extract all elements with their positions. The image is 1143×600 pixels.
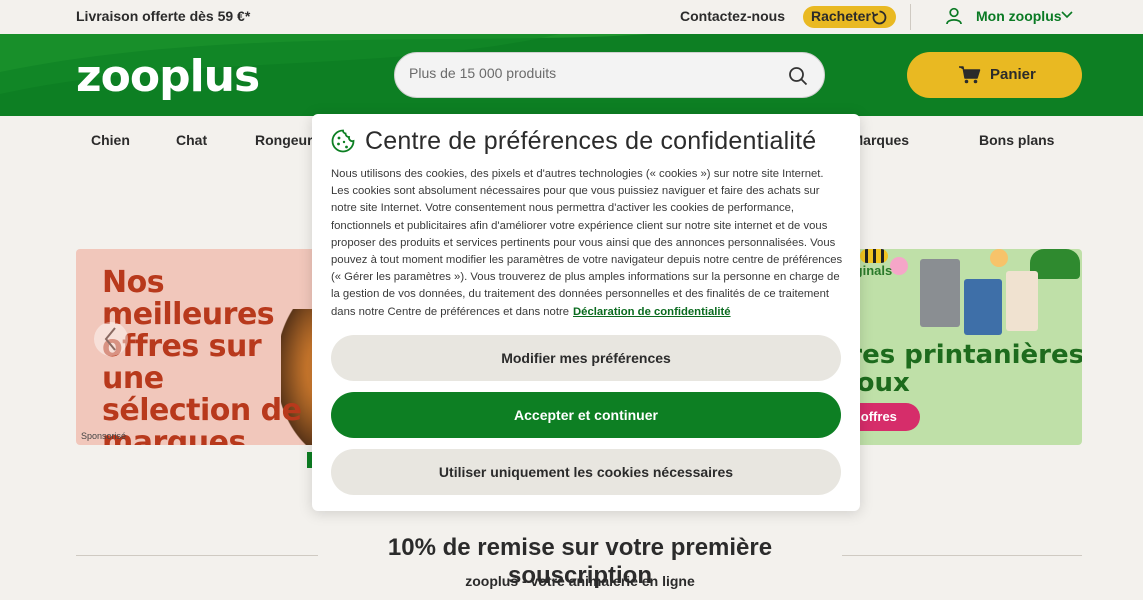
modify-preferences-button[interactable]: Modifier mes préférences	[331, 335, 841, 381]
divider	[910, 4, 911, 30]
privacy-preferences-modal: Centre de préférences de confidentialité…	[312, 114, 860, 511]
promo-subheading: zooplus - votre animalerie en ligne	[465, 573, 695, 589]
cart-button[interactable]: Panier	[907, 52, 1082, 98]
zooplus-logo[interactable]: zooplus	[76, 51, 260, 102]
user-icon	[946, 7, 962, 25]
site-header: zooplus Panier	[0, 34, 1143, 116]
account-label: Mon zooplus	[976, 8, 1062, 24]
modal-body-text: Nous utilisons des cookies, des pixels e…	[331, 166, 843, 321]
contact-link[interactable]: Contactez-nous	[680, 8, 785, 24]
flower-illustration	[890, 257, 908, 275]
banner-headline: Nos meilleures offres sur une sélection …	[102, 265, 302, 446]
cart-icon	[959, 66, 981, 84]
promo-banner-right[interactable]: riginals fres printanières doux os offre…	[830, 249, 1082, 445]
top-utility-bar: Livraison offerte dès 59 €* Contactez-no…	[0, 0, 1143, 34]
carousel-prev-icon[interactable]	[94, 317, 128, 361]
nav-item-chat[interactable]: Chat	[176, 132, 207, 148]
search-input[interactable]	[409, 65, 769, 81]
product-image	[964, 279, 1002, 335]
search-icon[interactable]	[788, 66, 808, 86]
product-image	[920, 259, 960, 327]
banner-headline: fres printanières doux	[838, 340, 1082, 398]
sponsored-label: Sponsorisé	[81, 431, 127, 441]
modal-body-copy: Nous utilisons des cookies, des pixels e…	[331, 168, 843, 318]
nav-item-chien[interactable]: Chien	[91, 132, 130, 148]
product-image	[1006, 271, 1038, 331]
free-shipping-notice: Livraison offerte dès 59 €*	[76, 8, 251, 24]
cookie-icon	[331, 129, 355, 153]
rebuy-icon	[871, 10, 887, 25]
search-bar[interactable]	[394, 52, 825, 98]
privacy-declaration-link[interactable]: Déclaration de confidentialité	[573, 306, 731, 318]
nav-item-rongeur[interactable]: Rongeur	[255, 132, 313, 148]
chevron-down-icon	[1061, 11, 1073, 19]
flower-illustration	[990, 249, 1008, 267]
modal-title: Centre de préférences de confidentialité	[365, 127, 817, 155]
accept-continue-button[interactable]: Accepter et continuer	[331, 392, 841, 438]
cart-label: Panier	[990, 66, 1036, 83]
bee-illustration	[860, 249, 888, 263]
rebuy-button[interactable]: Racheter	[803, 6, 896, 28]
necessary-cookies-only-button[interactable]: Utiliser uniquement les cookies nécessai…	[331, 449, 841, 495]
rebuy-label: Racheter	[811, 8, 871, 24]
divider	[76, 555, 318, 556]
nav-item-bons-plans[interactable]: Bons plans	[979, 132, 1054, 148]
divider	[842, 555, 1082, 556]
